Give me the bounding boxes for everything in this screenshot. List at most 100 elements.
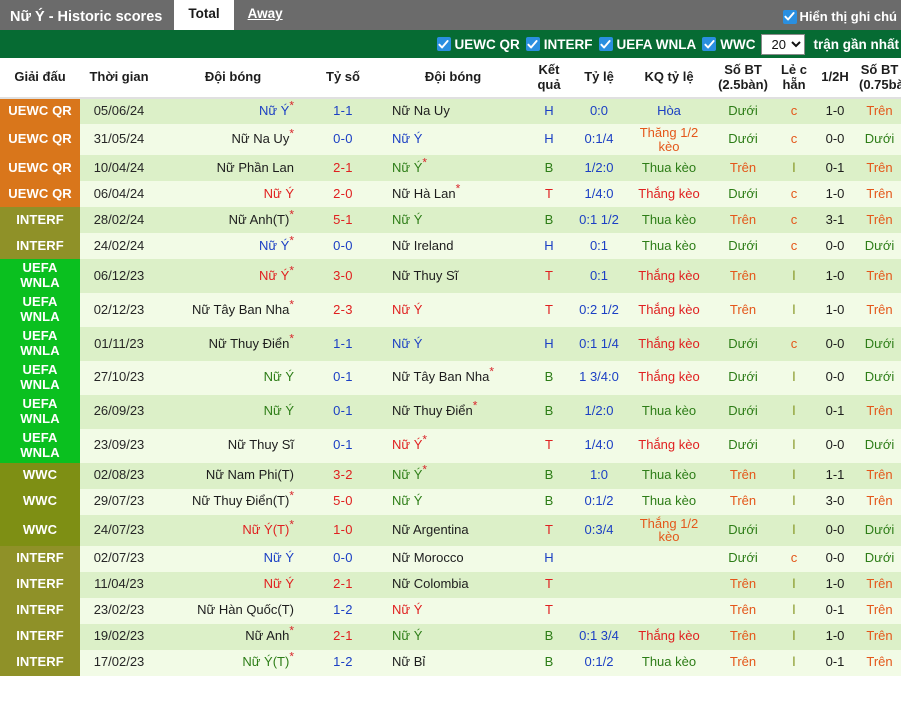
- cell-league-badge[interactable]: UEFA WNLA: [0, 259, 80, 294]
- cell-home-team[interactable]: Nữ Hàn Quốc(T): [158, 597, 308, 624]
- filter-uefa-wnla[interactable]: UEFA WNLA: [598, 37, 696, 52]
- cell-league-badge[interactable]: UEFA WNLA: [0, 394, 80, 429]
- filter-wwc[interactable]: WWC: [702, 37, 755, 52]
- table-row[interactable]: UEWC QR 31/05/24 Nữ Na Uy* 0-0 Nữ Ý H 0:1/4 Thă…: [0, 124, 901, 156]
- table-row[interactable]: INTERF 28/02/24 Nữ Anh(T)* 5-1 Nữ Ý B 0:1 1/2 T…: [0, 207, 901, 234]
- table-row[interactable]: UEWC QR 10/04/24 Nữ Phần Lan 2-1 Nữ Ý* B 1/2:0…: [0, 155, 901, 182]
- cell-away-team[interactable]: Nữ Ý: [378, 597, 528, 624]
- table-row[interactable]: UEWC QR 06/04/24 Nữ Ý 2-0 Nữ Hà Lan* T 1/4:0 Th…: [0, 181, 901, 208]
- cell-league-badge[interactable]: INTERF: [0, 571, 80, 598]
- cell-score[interactable]: 1-0: [308, 514, 378, 546]
- table-row[interactable]: INTERF 02/07/23 Nữ Ý 0-0 Nữ Morocco H Dưới c 0-0…: [0, 545, 901, 572]
- cell-away-team[interactable]: Nữ Tây Ban Nha*: [378, 360, 528, 395]
- cell-league-badge[interactable]: UEWC QR: [0, 124, 80, 156]
- cell-away-team[interactable]: Nữ Thuy Sĩ: [378, 259, 528, 294]
- cell-away-team[interactable]: Nữ Morocco: [378, 545, 528, 572]
- table-row[interactable]: UEFA WNLA 06/12/23 Nữ Ý* 3-0 Nữ Thuy Sĩ T 0:1 T…: [0, 259, 901, 294]
- table-row[interactable]: INTERF 11/04/23 Nữ Ý 2-1 Nữ Colombia T Trên l 1-…: [0, 571, 901, 598]
- table-row[interactable]: WWC 29/07/23 Nữ Thuy Điển(T)* 5-0 Nữ Ý B 0:1/2…: [0, 488, 901, 515]
- cell-home-team[interactable]: Nữ Ý: [158, 181, 308, 208]
- cell-home-team[interactable]: Nữ Phần Lan: [158, 155, 308, 182]
- cell-home-team[interactable]: Nữ Anh(T)*: [158, 207, 308, 234]
- filter-uewc-qr[interactable]: UEWC QR: [436, 37, 520, 52]
- cell-away-team[interactable]: Nữ Colombia: [378, 571, 528, 598]
- cell-league-badge[interactable]: UEFA WNLA: [0, 428, 80, 463]
- cell-home-team[interactable]: Nữ Na Uy*: [158, 124, 308, 156]
- col-home-team[interactable]: Đội bóng: [158, 58, 308, 99]
- cell-home-team[interactable]: Nữ Ý: [158, 571, 308, 598]
- cell-league-badge[interactable]: UEFA WNLA: [0, 293, 80, 328]
- cell-league-badge[interactable]: UEFA WNLA: [0, 327, 80, 361]
- cell-league-badge[interactable]: WWC: [0, 462, 80, 489]
- cell-home-team[interactable]: Nữ Ý*: [158, 98, 308, 124]
- cell-league-badge[interactable]: UEFA WNLA: [0, 360, 80, 395]
- cell-home-team[interactable]: Nữ Ý(T)*: [158, 649, 308, 676]
- cell-home-team[interactable]: Nữ Ý*: [158, 259, 308, 294]
- table-row[interactable]: INTERF 23/02/23 Nữ Hàn Quốc(T) 1-2 Nữ Ý T Trên…: [0, 597, 901, 624]
- cell-league-badge[interactable]: WWC: [0, 514, 80, 546]
- cell-score[interactable]: 0-0: [308, 545, 378, 572]
- cell-score[interactable]: 2-1: [308, 571, 378, 598]
- cell-away-team[interactable]: Nữ Thuy Điển*: [378, 394, 528, 429]
- table-row[interactable]: UEFA WNLA 26/09/23 Nữ Ý 0-1 Nữ Thuy Điển* B 1/…: [0, 394, 901, 429]
- col-handicap-result[interactable]: KQ tỷ lệ: [628, 58, 710, 99]
- cell-league-badge[interactable]: UEWC QR: [0, 98, 80, 124]
- cell-away-team[interactable]: Nữ Bỉ: [378, 649, 528, 676]
- col-handicap[interactable]: Tỷ lệ: [570, 58, 628, 99]
- cell-away-team[interactable]: Nữ Ý: [378, 488, 528, 515]
- cell-home-team[interactable]: Nữ Ý(T)*: [158, 514, 308, 546]
- cell-score[interactable]: 5-0: [308, 488, 378, 515]
- cell-away-team[interactable]: Nữ Ý*: [378, 155, 528, 182]
- col-time[interactable]: Thời gian: [80, 58, 158, 99]
- cell-away-team[interactable]: Nữ Ý*: [378, 428, 528, 463]
- cell-league-badge[interactable]: INTERF: [0, 545, 80, 572]
- col-league[interactable]: Giải đấu: [0, 58, 80, 99]
- cell-home-team[interactable]: Nữ Ý: [158, 545, 308, 572]
- cell-away-team[interactable]: Nữ Ý*: [378, 462, 528, 489]
- cell-score[interactable]: 2-1: [308, 623, 378, 650]
- cell-home-team[interactable]: Nữ Nam Phi(T): [158, 462, 308, 489]
- tab-total[interactable]: Total: [174, 0, 234, 30]
- col-over-under-075[interactable]: Số BT (0.75bàn): [858, 58, 901, 99]
- cell-score[interactable]: 2-3: [308, 293, 378, 328]
- cell-away-team[interactable]: Nữ Argentina: [378, 514, 528, 546]
- match-count-select[interactable]: 10203050: [761, 33, 806, 55]
- table-row[interactable]: INTERF 19/02/23 Nữ Anh* 2-1 Nữ Ý B 0:1 3/4 Thắn…: [0, 623, 901, 650]
- cell-score[interactable]: 0-1: [308, 360, 378, 395]
- cell-score[interactable]: 0-1: [308, 428, 378, 463]
- cell-away-team[interactable]: Nữ Na Uy: [378, 98, 528, 124]
- cell-home-team[interactable]: Nữ Thuy Sĩ: [158, 428, 308, 463]
- col-over-under-25[interactable]: Số BT (2.5bàn): [710, 58, 776, 99]
- checkbox-checked-icon[interactable]: [436, 37, 451, 51]
- cell-score[interactable]: 3-2: [308, 462, 378, 489]
- table-row[interactable]: UEWC QR 05/06/24 Nữ Ý* 1-1 Nữ Na Uy H 0:0 Hòa Dư…: [0, 98, 901, 124]
- cell-score[interactable]: 0-1: [308, 394, 378, 429]
- checkbox-checked-icon[interactable]: [702, 37, 717, 51]
- cell-league-badge[interactable]: INTERF: [0, 623, 80, 650]
- cell-home-team[interactable]: Nữ Anh*: [158, 623, 308, 650]
- cell-home-team[interactable]: Nữ Ý: [158, 394, 308, 429]
- col-away-team[interactable]: Đội bóng: [378, 58, 528, 99]
- col-half-time[interactable]: 1/2H: [812, 58, 858, 99]
- cell-away-team[interactable]: Nữ Ý: [378, 623, 528, 650]
- cell-score[interactable]: 1-2: [308, 597, 378, 624]
- cell-away-team[interactable]: Nữ Hà Lan*: [378, 181, 528, 208]
- cell-away-team[interactable]: Nữ Ý: [378, 293, 528, 328]
- cell-score[interactable]: 0-0: [308, 233, 378, 260]
- cell-league-badge[interactable]: INTERF: [0, 649, 80, 676]
- cell-away-team[interactable]: Nữ Ý: [378, 327, 528, 361]
- cell-home-team[interactable]: Nữ Ý: [158, 360, 308, 395]
- cell-league-badge[interactable]: UEWC QR: [0, 181, 80, 208]
- cell-league-badge[interactable]: UEWC QR: [0, 155, 80, 182]
- cell-away-team[interactable]: Nữ Ý: [378, 124, 528, 156]
- cell-score[interactable]: 5-1: [308, 207, 378, 234]
- table-row[interactable]: INTERF 24/02/24 Nữ Ý* 0-0 Nữ Ireland H 0:1 Thua…: [0, 233, 901, 260]
- cell-home-team[interactable]: Nữ Tây Ban Nha*: [158, 293, 308, 328]
- table-row[interactable]: WWC 24/07/23 Nữ Ý(T)* 1-0 Nữ Argentina T 0:3/4…: [0, 514, 901, 546]
- cell-league-badge[interactable]: WWC: [0, 488, 80, 515]
- cell-score[interactable]: 1-1: [308, 327, 378, 361]
- cell-score[interactable]: 0-0: [308, 124, 378, 156]
- table-row[interactable]: UEFA WNLA 23/09/23 Nữ Thuy Sĩ 0-1 Nữ Ý* T 1/4:…: [0, 428, 901, 463]
- table-row[interactable]: INTERF 17/02/23 Nữ Ý(T)* 1-2 Nữ Bỉ B 0:1/2 Thua…: [0, 649, 901, 676]
- cell-score[interactable]: 3-0: [308, 259, 378, 294]
